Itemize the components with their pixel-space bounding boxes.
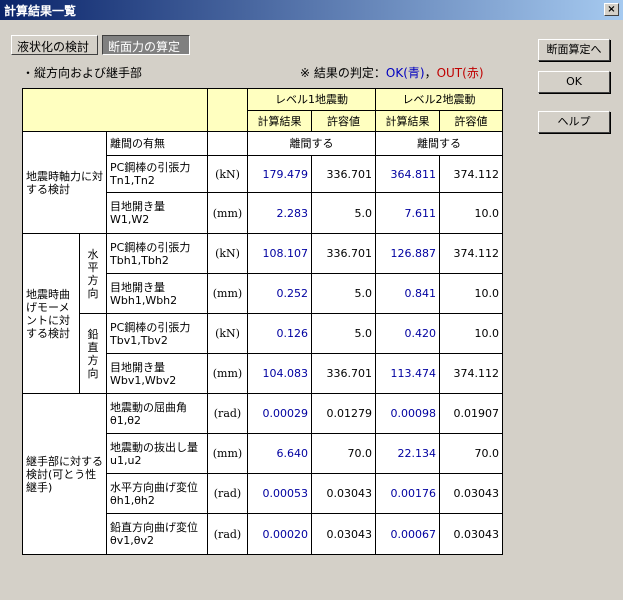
- l1-allow-value: 0.03043: [311, 513, 376, 555]
- tab-section-force[interactable]: 断面力の算定: [102, 35, 190, 55]
- judgement-legend: ※ 結果の判定：OK(青)，OUT(赤): [300, 64, 484, 81]
- row-label: 目地開き量 Wbv1,Wbv2: [106, 353, 208, 394]
- header-l2-calc: 計算結果: [375, 110, 440, 132]
- l1-calc-value: 0.00020: [247, 513, 312, 555]
- legend-out: OUT(赤): [436, 66, 484, 80]
- l1-allow-value: 5.0: [311, 192, 376, 234]
- header-l2-allow: 許容値: [439, 110, 503, 132]
- l2-calc-value: 22.134: [375, 433, 440, 474]
- l2-allow-value: 10.0: [439, 313, 503, 354]
- l1-allow-value: 336.701: [311, 353, 376, 394]
- l1-allow-value: 5.0: [311, 273, 376, 314]
- row-label: 地震動の屈曲角 θ1,θ2: [106, 393, 208, 434]
- tab-liquefaction[interactable]: 液状化の検討: [11, 35, 98, 55]
- l2-allow-value: 0.03043: [439, 473, 503, 514]
- header-level1: レベル1地震動: [247, 88, 376, 111]
- l2-calc-value: 7.611: [375, 192, 440, 234]
- l1-calc-value: 104.083: [247, 353, 312, 394]
- row-unit: (rad): [207, 513, 248, 555]
- results-table: レベル1地震動 レベル2地震動 計算結果 許容値 計算結果 許容値 地震時軸力に…: [22, 88, 503, 555]
- l2-calc-value: 0.420: [375, 313, 440, 354]
- separation-l1: 離間する: [247, 131, 376, 156]
- row-unit: (mm): [207, 353, 248, 394]
- table-row: 鉛直方向 PC鋼棒の引張力 Tbv1,Tbv2 (kN) 0.126 5.0 0.…: [23, 313, 503, 394]
- l2-allow-value: 70.0: [439, 433, 503, 474]
- title-bar: 計算結果一覧 ×: [0, 0, 623, 20]
- group-axial: 地震時軸力に対する検討: [22, 131, 107, 234]
- row-label: PC鋼棒の引張力 Tbv1,Tbv2: [106, 313, 208, 354]
- row-unit: (kN): [207, 233, 248, 274]
- l1-calc-value: 6.640: [247, 433, 312, 474]
- legend-prefix: ※ 結果の判定：: [300, 66, 386, 80]
- l1-allow-value: 70.0: [311, 433, 376, 474]
- l2-allow-value: 10.0: [439, 273, 503, 314]
- close-button[interactable]: ×: [604, 3, 619, 16]
- l2-allow-value: 374.112: [439, 155, 503, 193]
- header-blank: [22, 88, 208, 132]
- l2-calc-value: 0.00176: [375, 473, 440, 514]
- l2-allow-value: 0.03043: [439, 513, 503, 555]
- header-level2: レベル2地震動: [375, 88, 503, 111]
- l2-calc-value: 0.00098: [375, 393, 440, 434]
- l1-calc-value: 108.107: [247, 233, 312, 274]
- row-unit: (kN): [207, 155, 248, 193]
- l1-allow-value: 5.0: [311, 313, 376, 354]
- legend-sep: ，: [424, 66, 437, 80]
- separation-unit-blank: [207, 131, 248, 156]
- row-label: PC鋼棒の引張力 Tn1,Tn2: [106, 155, 208, 193]
- table-row: 継手部に対する検討(可とう性継手) 地震動の屈曲角 θ1,θ2 (rad) 0.0…: [22, 393, 503, 555]
- row-label: 地震動の抜出し量 u1,u2: [106, 433, 208, 474]
- row-label: 水平方向曲げ変位 θh1,θh2: [106, 473, 208, 514]
- l2-calc-value: 0.00067: [375, 513, 440, 555]
- row-unit: (rad): [207, 473, 248, 514]
- help-button[interactable]: ヘルプ: [538, 111, 610, 133]
- group-horizontal: 水平方向: [79, 233, 107, 314]
- header-l1-calc: 計算結果: [247, 110, 312, 132]
- l2-allow-value: 10.0: [439, 192, 503, 234]
- separation-label: 離間の有無: [106, 131, 208, 156]
- l2-calc-value: 0.841: [375, 273, 440, 314]
- l1-calc-value: 0.252: [247, 273, 312, 314]
- section-subheading: ・縦方向および継手部: [22, 66, 143, 80]
- legend-ok: OK(青): [385, 66, 425, 80]
- header-unit-blank: [207, 88, 248, 132]
- window-title: 計算結果一覧: [4, 3, 77, 18]
- group-joint: 継手部に対する検討(可とう性継手): [22, 393, 107, 555]
- row-unit: (mm): [207, 273, 248, 314]
- l1-allow-value: 336.701: [311, 233, 376, 274]
- group-moment: 地震時曲げモーメントに対する検討: [22, 233, 80, 394]
- l2-calc-value: 113.474: [375, 353, 440, 394]
- row-label: 鉛直方向曲げ変位 θv1,θv2: [106, 513, 208, 555]
- row-label: 目地開き量 Wbh1,Wbh2: [106, 273, 208, 314]
- row-unit: (kN): [207, 313, 248, 354]
- l2-allow-value: 374.112: [439, 353, 503, 394]
- table-row: 地震時曲げモーメントに対する検討 水平方向 PC鋼棒の引張力 Tbh1,Tbh2 …: [22, 233, 503, 394]
- row-unit: (mm): [207, 433, 248, 474]
- l1-calc-value: 2.283: [247, 192, 312, 234]
- l1-allow-value: 0.01279: [311, 393, 376, 434]
- row-unit: (rad): [207, 393, 248, 434]
- row-label: 目地開き量 W1,W2: [106, 192, 208, 234]
- row-label: PC鋼棒の引張力 Tbh1,Tbh2: [106, 233, 208, 274]
- l1-calc-value: 0.126: [247, 313, 312, 354]
- l2-allow-value: 374.112: [439, 233, 503, 274]
- group-vertical: 鉛直方向: [79, 313, 107, 394]
- l1-calc-value: 0.00053: [247, 473, 312, 514]
- l1-calc-value: 179.479: [247, 155, 312, 193]
- l2-calc-value: 364.811: [375, 155, 440, 193]
- row-unit: (mm): [207, 192, 248, 234]
- l1-allow-value: 336.701: [311, 155, 376, 193]
- l1-calc-value: 0.00029: [247, 393, 312, 434]
- l2-allow-value: 0.01907: [439, 393, 503, 434]
- separation-l2: 離間する: [375, 131, 503, 156]
- header-l1-allow: 許容値: [311, 110, 376, 132]
- ok-button[interactable]: OK: [538, 71, 610, 93]
- l1-allow-value: 0.03043: [311, 473, 376, 514]
- l2-calc-value: 126.887: [375, 233, 440, 274]
- section-calc-button[interactable]: 断面算定へ: [538, 39, 610, 61]
